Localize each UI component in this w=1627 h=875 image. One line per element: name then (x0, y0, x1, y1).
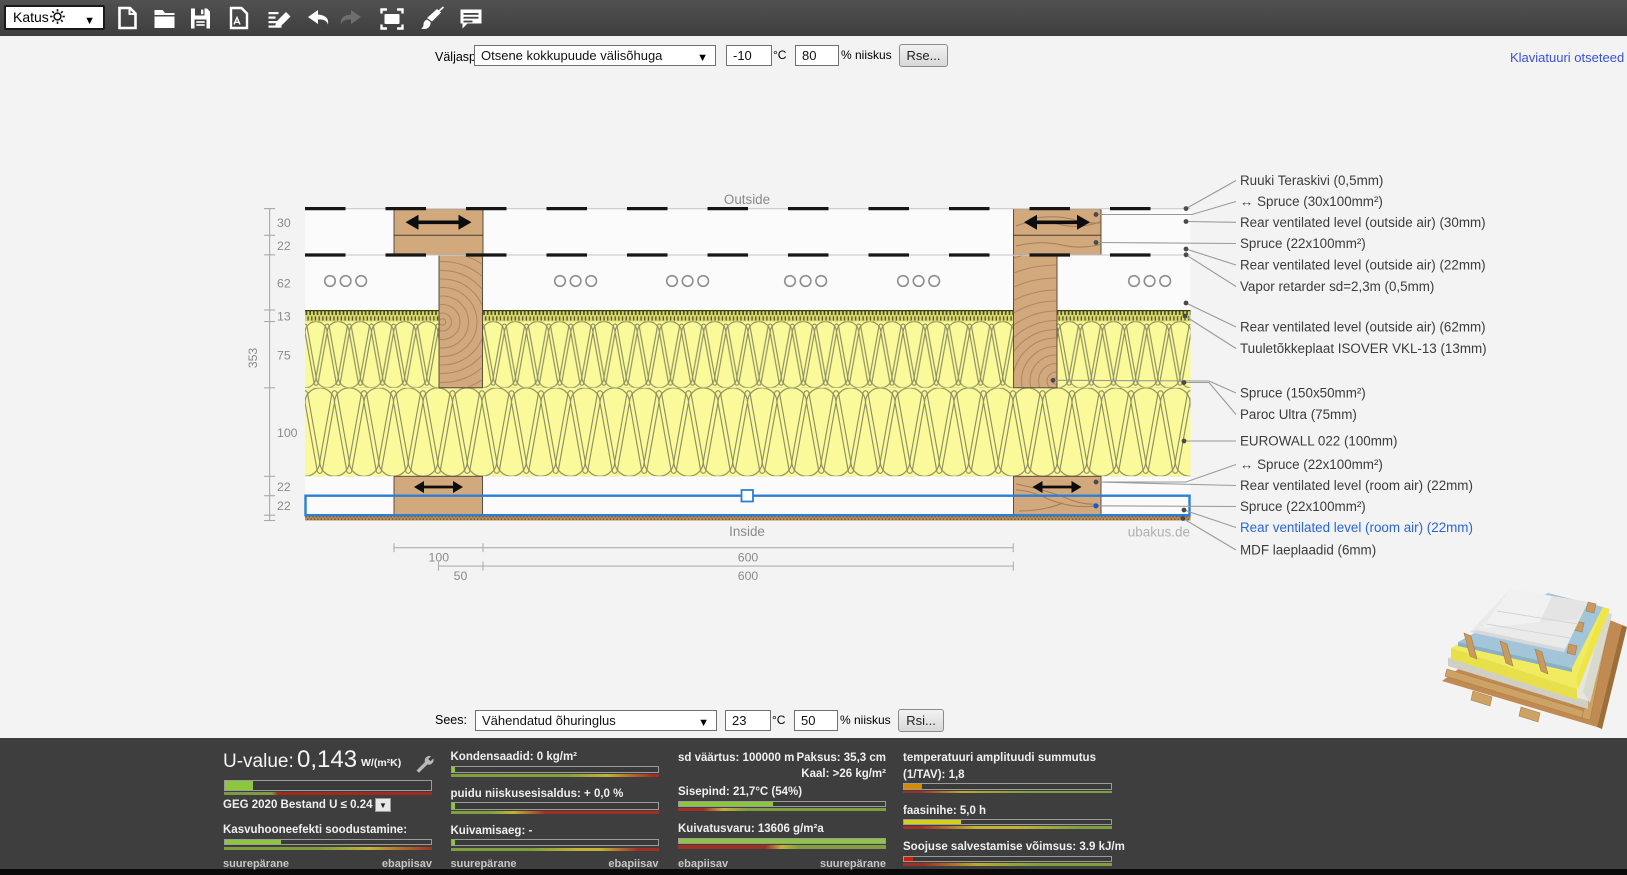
svg-text:Rear ventilated level (outside: Rear ventilated level (outside air) (30m… (1240, 215, 1486, 230)
svg-text:600: 600 (738, 569, 759, 583)
svg-text:Outside: Outside (724, 192, 770, 207)
svg-text:↔ Spruce (30x100mm²): ↔ Spruce (30x100mm²) (1240, 194, 1383, 209)
svg-text:Rear ventilated level (room ai: Rear ventilated level (room air) (22mm) (1240, 520, 1473, 535)
svg-text:13: 13 (277, 309, 291, 323)
svg-text:Inside: Inside (729, 524, 765, 539)
svg-text:353: 353 (246, 348, 260, 369)
svg-text:22: 22 (277, 480, 291, 494)
svg-text:MDF laeplaadid (6mm): MDF laeplaadid (6mm) (1240, 543, 1376, 558)
svg-text:Rear ventilated level (room ai: Rear ventilated level (room air) (22mm) (1240, 478, 1473, 493)
svg-text:Spruce (22x100mm²): Spruce (22x100mm²) (1240, 499, 1366, 514)
svg-text:Spruce (22x100mm²): Spruce (22x100mm²) (1240, 236, 1366, 251)
svg-text:Ruuki Teraskivi (0,5mm): Ruuki Teraskivi (0,5mm) (1240, 173, 1383, 188)
svg-text:22: 22 (277, 499, 291, 513)
svg-text:Spruce (150x50mm²): Spruce (150x50mm²) (1240, 386, 1366, 401)
svg-text:62: 62 (277, 276, 291, 290)
svg-text:100: 100 (429, 550, 450, 564)
svg-text:100: 100 (277, 426, 298, 440)
svg-text:75: 75 (277, 348, 291, 362)
svg-text:50: 50 (454, 569, 468, 583)
svg-text:Vapor retarder sd=2,3m (0,5mm): Vapor retarder sd=2,3m (0,5mm) (1240, 279, 1434, 294)
svg-text:EUROWALL 022 (100mm): EUROWALL 022 (100mm) (1240, 434, 1398, 449)
svg-text:ubakus.de: ubakus.de (1128, 525, 1190, 540)
svg-text:Rear ventilated level (outside: Rear ventilated level (outside air) (62m… (1240, 320, 1486, 335)
svg-text:Rear ventilated level (outside: Rear ventilated level (outside air) (22m… (1240, 258, 1486, 273)
svg-text:Paroc Ultra (75mm): Paroc Ultra (75mm) (1240, 407, 1357, 422)
svg-text:Tuuletõkkeplaat ISOVER VKL-13: Tuuletõkkeplaat ISOVER VKL-13 (13mm) (1240, 341, 1487, 356)
svg-text:600: 600 (738, 550, 759, 564)
svg-text:30: 30 (277, 216, 291, 230)
svg-text:↔ Spruce (22x100mm²): ↔ Spruce (22x100mm²) (1240, 457, 1383, 472)
svg-text:22: 22 (277, 239, 291, 253)
